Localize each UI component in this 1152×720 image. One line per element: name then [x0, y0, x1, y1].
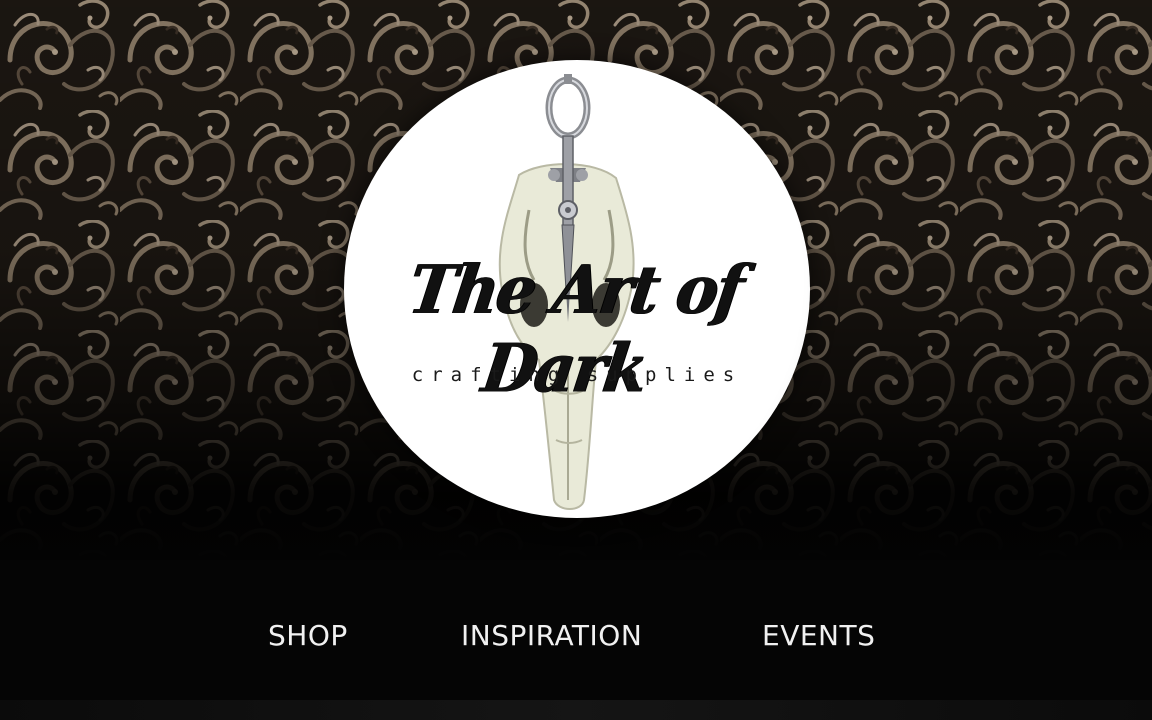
footer-divider — [0, 700, 1152, 720]
nav-item-inspiration[interactable]: INSPIRATION — [461, 612, 642, 660]
page: The Art of Dark crafting supplies SHOP I… — [0, 0, 1152, 720]
brand-subtitle: crafting supplies — [411, 364, 743, 386]
nav-item-events[interactable]: EVENTS — [762, 612, 875, 660]
brand-logo[interactable]: The Art of Dark crafting supplies — [344, 60, 810, 518]
main-navigation: SHOP INSPIRATION EVENTS — [0, 612, 1152, 662]
nav-item-shop[interactable]: SHOP — [268, 612, 348, 660]
